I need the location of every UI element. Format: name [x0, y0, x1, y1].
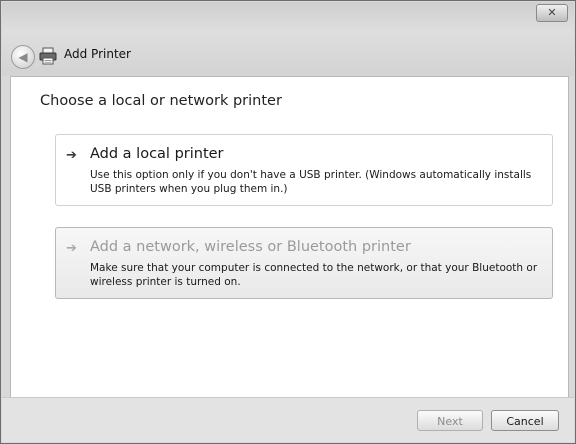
option-add-network-printer[interactable]: ➔ Add a network, wireless or Bluetooth p… [55, 227, 553, 299]
cancel-button[interactable]: Cancel [491, 410, 559, 431]
close-icon: ✕ [547, 6, 557, 19]
option-title: Add a local printer [90, 146, 224, 162]
back-arrow-icon: ◀ [18, 50, 28, 64]
green-arrow-icon: ➔ [66, 148, 77, 163]
back-button[interactable]: ◀ [11, 45, 35, 69]
close-button[interactable]: ✕ [536, 4, 568, 22]
option-description: Make sure that your computer is connecte… [90, 262, 538, 288]
option-add-local-printer[interactable]: ➔ Add a local printer Use this option on… [55, 134, 553, 206]
next-button[interactable]: Next [417, 410, 483, 431]
page-heading: Choose a local or network printer [40, 93, 282, 109]
title-bar: ✕ ◀ Add Printer [2, 2, 574, 76]
wizard-content: Choose a local or network printer ➔ Add … [10, 76, 569, 398]
window-title: Add Printer [64, 47, 131, 61]
printer-icon [39, 47, 57, 65]
add-printer-window: ✕ ◀ Add Printer Choose a local or networ… [0, 0, 576, 444]
option-description: Use this option only if you don't have a… [90, 169, 532, 195]
wizard-footer: Next Cancel [2, 397, 574, 442]
green-arrow-icon: ➔ [66, 241, 77, 256]
option-title: Add a network, wireless or Bluetooth pri… [90, 239, 411, 255]
